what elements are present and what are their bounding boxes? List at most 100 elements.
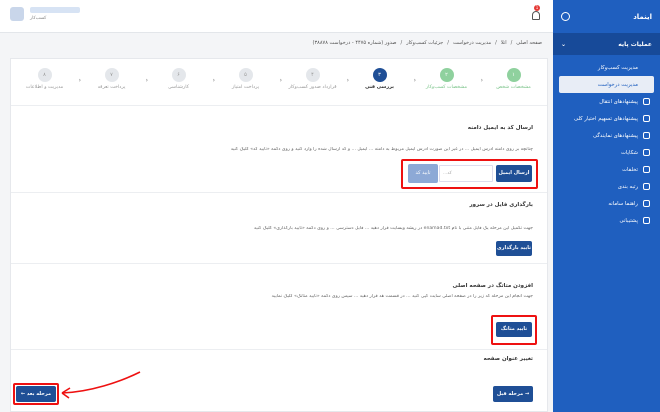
- wizard-step[interactable]: ۴ قرارداد صدور کسب‌وکار: [283, 63, 343, 90]
- divider: [11, 192, 547, 193]
- wizard-steps: ۱ مشخصات شخص ‹ ۲ مشخصات کسب‌وکار ‹ ۳ بررسی فنی ‹…: [11, 63, 547, 103]
- divider: [11, 349, 547, 350]
- settings-icon[interactable]: [561, 12, 570, 21]
- step-label: کارشناسی: [167, 85, 189, 90]
- wizard-step[interactable]: ۲ مشخصات کسب‌وکار: [417, 63, 477, 90]
- title-section-title: تغییر عنوان صفحه: [483, 356, 533, 362]
- breadcrumb-separator: /: [400, 40, 403, 46]
- highlight-box: [401, 159, 538, 189]
- step-number: ۷: [104, 68, 119, 82]
- step-number: ۱: [506, 68, 521, 82]
- step-label: پرداخت تعرفه: [97, 85, 126, 90]
- sidebar-item[interactable]: مدیریت درخواست: [559, 76, 654, 93]
- sidebar-item-label: تخلفات: [622, 166, 638, 173]
- wizard-step[interactable]: ۱ مشخصات شخص: [484, 63, 544, 90]
- breadcrumb-item[interactable]: مدیریت درخواست: [453, 40, 491, 46]
- sidebar-item-label: مدیریت درخواست: [597, 81, 638, 88]
- chevron-left-icon: ‹: [413, 77, 416, 84]
- menu-item-icon: [643, 217, 650, 224]
- chevron-left-icon: ‹: [279, 77, 282, 84]
- app-page: اینماد عملیات پایه ⌄ مدیریت کسب‌وکار مدیر…: [0, 0, 660, 412]
- top-header: کسب‌کار 1: [0, 0, 553, 33]
- wizard-step[interactable]: ۶ کارشناسی: [149, 63, 209, 90]
- code-section-title: افزودن متاتگ در صفحه اصلی: [452, 283, 534, 289]
- user-name-placeholder: [30, 7, 80, 13]
- breadcrumb-separator: /: [510, 40, 513, 46]
- email-section-title: ارسال کد به ایمیل دامنه: [467, 125, 533, 131]
- menu-item-icon: [643, 166, 650, 173]
- chevron-left-icon: ‹: [145, 77, 148, 84]
- sidebar-item[interactable]: پیشنهادهای انتقال: [553, 93, 660, 110]
- step-label: مدیریت و اطلاعات: [25, 85, 64, 90]
- chevron-left-icon: ‹: [346, 77, 349, 84]
- step-number: ۶: [171, 68, 186, 82]
- step-label: مشخصات کسب‌وکار: [425, 85, 468, 90]
- step-label: مشخصات شخص: [496, 85, 531, 90]
- sidebar-item[interactable]: راهنما سامانه: [553, 195, 660, 212]
- sidebar-item[interactable]: مدیریت کسب‌وکار: [553, 59, 660, 76]
- notification-badge: 1: [534, 5, 540, 11]
- breadcrumb-item[interactable]: صفحه اصلی: [516, 40, 542, 46]
- avatar: [10, 7, 24, 21]
- sidebar-group-basic-ops[interactable]: عملیات پایه ⌄: [553, 33, 660, 55]
- sidebar-item[interactable]: رتبه بندی: [553, 178, 660, 195]
- wizard-step[interactable]: ۷ پرداخت تعرفه: [82, 63, 142, 90]
- sidebar-item-label: شکایات: [620, 149, 638, 156]
- upload-section-title: بارگذاری فایل در سرور: [469, 202, 533, 208]
- wizard-step[interactable]: ۸ مدیریت و اطلاعات: [15, 63, 75, 90]
- breadcrumb: صفحه اصلی / اتلا / مدیریت درخواست / جزئیات کسب…: [313, 40, 542, 46]
- breadcrumb-separator: /: [495, 40, 497, 46]
- sidebar-item-label: پیشنهادهای تسهیم اختیار کلی: [574, 115, 638, 122]
- step-number: ۲: [439, 68, 454, 82]
- request-card: ۱ مشخصات شخص ‹ ۲ مشخصات کسب‌وکار ‹ ۳ بررسی فنی ‹…: [10, 58, 548, 412]
- breadcrumb-item[interactable]: صدور (شماره ۴۴۷۵ - درخواست ۳۸۸۷۸): [313, 40, 397, 46]
- step-label: پرداخت امتیاز: [231, 85, 260, 90]
- menu-item-icon: [643, 132, 650, 139]
- sidebar-item[interactable]: پیشنهادهای تسهیم اختیار کلی: [553, 110, 660, 127]
- sidebar-group-label: عملیات پایه: [618, 40, 652, 48]
- brand-title: اینماد: [633, 12, 652, 21]
- arrow-right-icon: →: [523, 391, 530, 397]
- menu-item-icon: [643, 149, 650, 156]
- breadcrumb-item[interactable]: اتلا: [501, 40, 507, 46]
- chevron-left-icon: ‹: [480, 77, 483, 84]
- menu-item-icon: [643, 98, 650, 105]
- sidebar-item-label: پیشنهادهای انتقال: [599, 98, 638, 105]
- user-role: کسب‌کار: [30, 16, 47, 21]
- highlight-box: [13, 383, 59, 405]
- user-menu[interactable]: کسب‌کار: [10, 7, 80, 21]
- sidebar-item[interactable]: پشتیبانی: [553, 212, 660, 229]
- sidebar-item[interactable]: شکایات: [553, 144, 660, 161]
- sidebar-item-label: راهنما سامانه: [608, 200, 638, 207]
- sidebar-item[interactable]: تخلفات: [553, 161, 660, 178]
- wizard-step[interactable]: ۵ پرداخت امتیاز: [216, 63, 276, 90]
- step-number: ۳: [372, 68, 387, 82]
- sidebar-item-label: پیشنهادهای نمایندگی: [593, 132, 638, 139]
- confirm-upload-button[interactable]: تایید بارگذاری: [496, 241, 532, 256]
- menu-item-icon: [643, 115, 650, 122]
- prev-step-button[interactable]: → مرحله قبل: [493, 386, 533, 402]
- breadcrumb-item[interactable]: جزئیات کسب‌وکار: [406, 40, 443, 46]
- highlight-box: [491, 315, 537, 345]
- sidebar-item[interactable]: پیشنهادهای نمایندگی: [553, 127, 660, 144]
- wizard-step[interactable]: ۳ بررسی فنی: [350, 63, 410, 90]
- sidebar-brand: اینماد: [553, 0, 660, 33]
- code-section-text: جهت انجام این مرحله کد زیر را در صفحه اص…: [271, 294, 533, 299]
- step-number: ۴: [305, 68, 320, 82]
- divider: [11, 105, 547, 106]
- bell-icon[interactable]: [532, 11, 540, 20]
- divider: [11, 263, 547, 264]
- step-number: ۵: [238, 68, 253, 82]
- sidebar-menu: مدیریت کسب‌وکار مدیریت درخواست پیشنهادهای …: [553, 55, 660, 233]
- chevron-left-icon: ‹: [78, 77, 81, 84]
- prev-step-label: مرحله قبل: [496, 391, 524, 397]
- sidebar-item-label: رتبه بندی: [617, 183, 638, 190]
- menu-item-icon: [643, 183, 650, 190]
- chevron-left-icon: ‹: [212, 77, 215, 84]
- step-number: ۸: [37, 68, 52, 82]
- menu-item-icon: [643, 200, 650, 207]
- breadcrumb-separator: /: [447, 40, 449, 46]
- upload-section-text: جهت تکمیل این مرحله یک فایل متنی با نام …: [253, 226, 533, 231]
- step-label: بررسی فنی: [365, 85, 394, 90]
- sidebar-item-label: مدیریت کسب‌وکار: [597, 64, 638, 71]
